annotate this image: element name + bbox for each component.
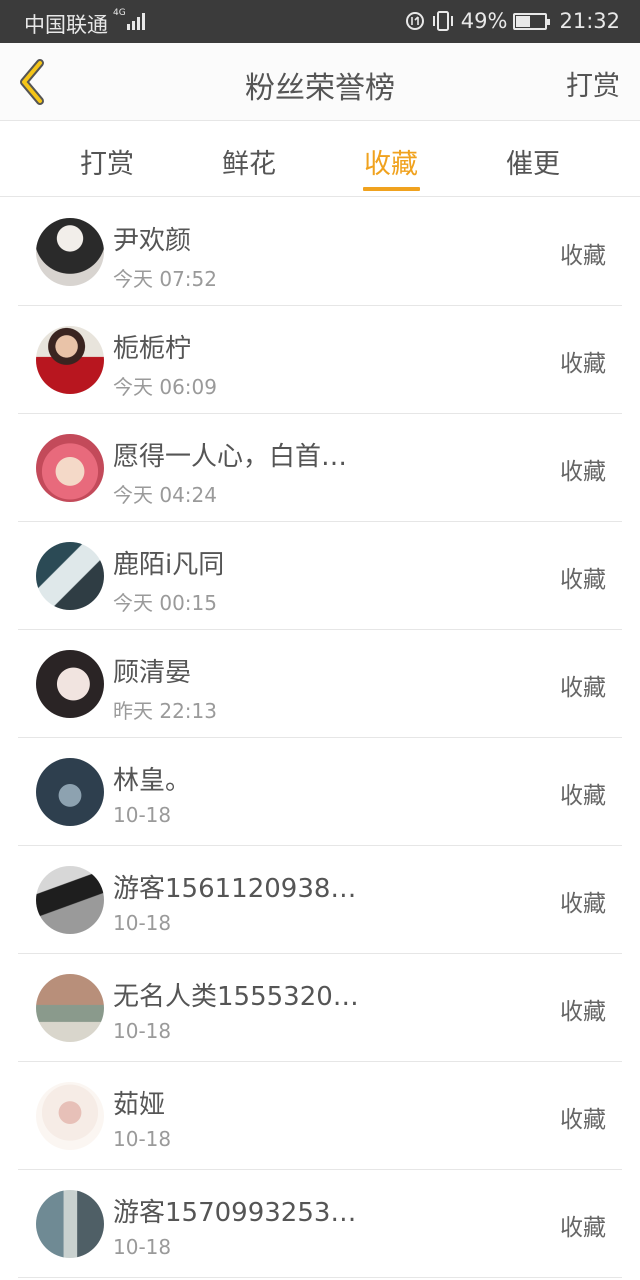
fan-time: 今天 04:24 xyxy=(113,483,217,507)
fan-action: 收藏 xyxy=(560,351,606,377)
avatar xyxy=(36,866,104,934)
fan-name: 愿得一人心，白首… xyxy=(113,442,348,472)
fan-time: 今天 00:15 xyxy=(113,591,217,615)
list-item[interactable]: 愿得一人心，白首… 今天 04:24 收藏 xyxy=(18,414,622,522)
tab-reward[interactable]: 打赏 xyxy=(47,142,167,181)
list-item[interactable]: 游客1570993253… 10-18 收藏 xyxy=(18,1170,622,1278)
carrier-label: 中国联通 xyxy=(24,13,108,37)
list-item[interactable]: 鹿陌i凡同 今天 00:15 收藏 xyxy=(18,522,622,630)
page-title: 粉丝荣誉榜 xyxy=(245,71,395,106)
avatar xyxy=(36,326,104,394)
network-type-label: 4G xyxy=(113,8,126,18)
fan-name: 无名人类1555320… xyxy=(113,982,359,1012)
list-item[interactable]: 游客1561120938… 10-18 收藏 xyxy=(18,846,622,954)
fan-time: 今天 06:09 xyxy=(113,375,217,399)
tab-urge-update[interactable]: 催更 xyxy=(473,142,593,181)
avatar xyxy=(36,1082,104,1150)
avatar xyxy=(36,434,104,502)
fan-action: 收藏 xyxy=(560,783,606,809)
fan-time: 10-18 xyxy=(113,911,172,935)
avatar xyxy=(36,542,104,610)
list-item[interactable]: 茹娅 10-18 收藏 xyxy=(18,1062,622,1170)
list-item[interactable]: 尹欢颜 今天 07:52 收藏 xyxy=(18,198,622,306)
data-saver-icon xyxy=(405,12,424,30)
fan-name: 游客1561120938… xyxy=(113,874,357,904)
tab-bar: 打赏 鲜花 收藏 催更 xyxy=(0,122,640,197)
battery-icon xyxy=(513,12,551,30)
fan-name: 游客1570993253… xyxy=(113,1198,357,1228)
fan-name: 茹娅 xyxy=(113,1090,166,1120)
fan-action: 收藏 xyxy=(560,567,606,593)
reward-button[interactable]: 打赏 xyxy=(566,64,620,103)
avatar xyxy=(36,758,104,826)
fan-action: 收藏 xyxy=(560,243,606,269)
fan-name: 林皇。 xyxy=(113,766,192,796)
fan-name: 鹿陌i凡同 xyxy=(113,550,225,580)
status-bar: 中国联通 4G 49% 21:32 xyxy=(0,0,640,43)
fan-action: 收藏 xyxy=(560,999,606,1025)
status-right: 49% 21:32 xyxy=(405,9,620,33)
avatar xyxy=(36,974,104,1042)
fan-name: 尹欢颜 xyxy=(113,226,192,256)
avatar xyxy=(36,1190,104,1258)
vibrate-icon xyxy=(432,11,453,31)
avatar xyxy=(36,218,104,286)
battery-fill xyxy=(516,15,531,27)
list-item[interactable]: 无名人类1555320… 10-18 收藏 xyxy=(18,954,622,1062)
tab-flowers[interactable]: 鲜花 xyxy=(189,142,309,181)
battery-percent: 49% xyxy=(460,9,508,33)
fan-action: 收藏 xyxy=(560,459,606,485)
list-item[interactable]: 顾清晏 昨天 22:13 收藏 xyxy=(18,630,622,738)
avatar xyxy=(36,650,104,718)
fan-time: 昨天 22:13 xyxy=(113,699,217,723)
fan-name: 顾清晏 xyxy=(113,658,192,688)
clock: 21:32 xyxy=(559,9,620,33)
fan-time: 10-18 xyxy=(113,1127,172,1151)
fan-action: 收藏 xyxy=(560,675,606,701)
tab-favorites[interactable]: 收藏 xyxy=(331,142,451,181)
fan-time: 10-18 xyxy=(113,1019,172,1043)
fan-name: 栀栀柠 xyxy=(113,334,192,364)
fan-action: 收藏 xyxy=(560,891,606,917)
fan-time: 今天 07:52 xyxy=(113,267,217,291)
list-item[interactable]: 林皇。 10-18 收藏 xyxy=(18,738,622,846)
app-header: 粉丝荣誉榜 打赏 xyxy=(0,43,640,121)
fan-time: 10-18 xyxy=(113,803,172,827)
active-tab-indicator xyxy=(363,187,420,191)
list-item[interactable]: 栀栀柠 今天 06:09 收藏 xyxy=(18,306,622,414)
fan-time: 10-18 xyxy=(113,1235,172,1259)
fan-action: 收藏 xyxy=(560,1215,606,1241)
fan-action: 收藏 xyxy=(560,1107,606,1133)
signal-icon xyxy=(127,13,145,30)
fan-list: 尹欢颜 今天 07:52 收藏 栀栀柠 今天 06:09 收藏 愿得一人心，白首… xyxy=(0,198,640,1278)
